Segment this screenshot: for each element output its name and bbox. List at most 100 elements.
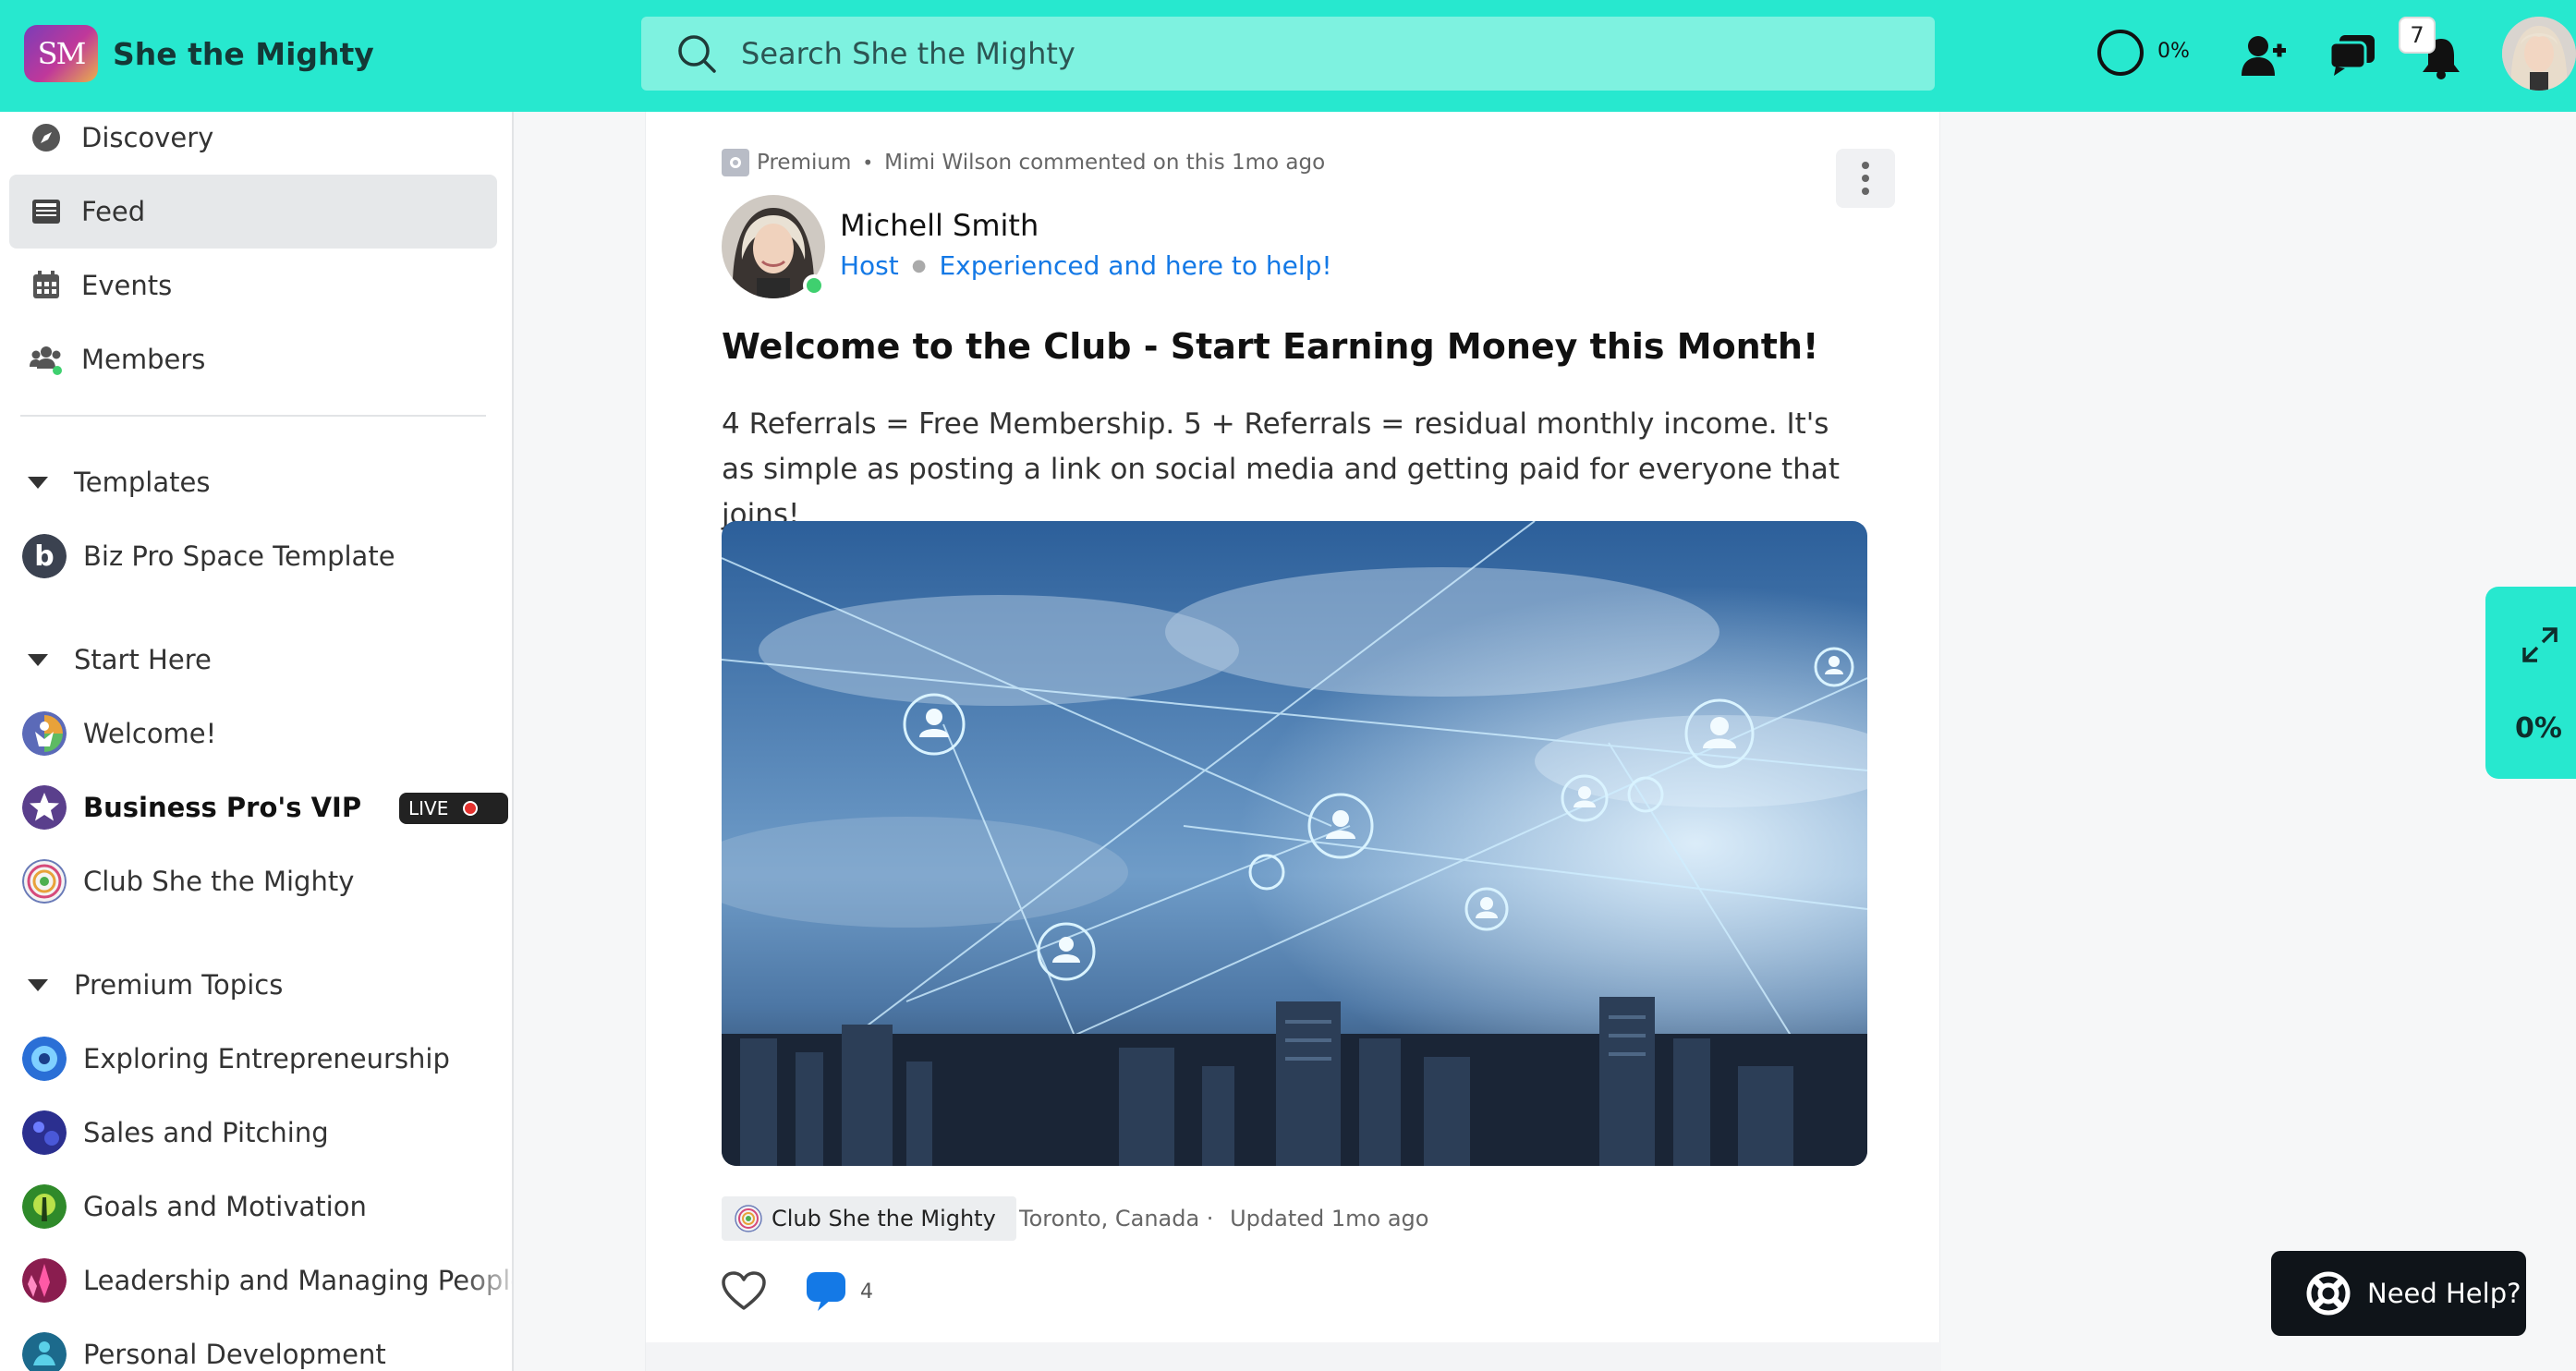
post-body: 4 Referrals = Free Membership. 5 + Refer…: [722, 407, 1840, 531]
post-title[interactable]: Welcome to the Club - Start Earning Mone…: [722, 326, 1818, 367]
space-label: Club She the Mighty: [83, 866, 355, 897]
meta-separator: •: [862, 152, 874, 174]
star-icon: [22, 785, 67, 830]
messages-icon[interactable]: [2328, 33, 2376, 78]
user-avatar[interactable]: [2502, 17, 2576, 91]
svg-text:b: b: [34, 540, 54, 573]
entrepreneurship-icon: [22, 1037, 67, 1081]
sidebar-item-label: Feed: [81, 196, 146, 227]
online-status-dot: [803, 274, 825, 297]
section-label: Premium Topics: [74, 969, 284, 1001]
caret-down-icon: [28, 476, 48, 489]
space-goals-and-motivation[interactable]: Goals and Motivation: [22, 1179, 503, 1234]
dot-icon: [1862, 188, 1869, 195]
post-location-text: Toronto, Canada ·: [1019, 1206, 1214, 1231]
role-separator: ●: [911, 256, 927, 275]
space-personal-development[interactable]: Personal Development: [22, 1327, 503, 1371]
space-label: Goals and Motivation: [83, 1191, 367, 1222]
brand-logo: SM: [24, 25, 98, 82]
sidebar-item-label: Members: [81, 344, 206, 375]
space-sales-and-pitching[interactable]: Sales and Pitching: [22, 1105, 503, 1160]
expand-icon[interactable]: [2521, 625, 2559, 664]
post-location: Toronto, Canada · Updated 1mo ago: [1019, 1206, 1428, 1231]
heart-icon[interactable]: [722, 1271, 766, 1312]
welcome-icon: [22, 711, 67, 756]
space-welcome[interactable]: Welcome!: [22, 706, 503, 761]
author-name[interactable]: Michell Smith: [840, 208, 1039, 243]
author-role: Host ● Experienced and here to help!: [840, 250, 1332, 281]
dot-icon: [1862, 162, 1869, 169]
section-start-here-toggle[interactable]: Start Here: [28, 632, 212, 687]
progress-ring-icon[interactable]: [2097, 30, 2144, 76]
space-label: Exploring Entrepreneurship: [83, 1043, 450, 1074]
lifebuoy-icon: [2306, 1271, 2351, 1316]
section-label: Templates: [74, 467, 211, 498]
section-templates-toggle[interactable]: Templates: [28, 455, 210, 510]
progress-panel[interactable]: 0%: [2485, 587, 2576, 779]
space-label: Business Pro's VIP: [83, 792, 362, 823]
space-leadership[interactable]: Leadership and Managing People: [22, 1253, 512, 1308]
sidebar-item-discovery[interactable]: Discovery: [9, 112, 497, 175]
compass-icon: [32, 124, 60, 152]
section-label: Start Here: [74, 644, 212, 675]
post-image[interactable]: [722, 521, 1867, 1166]
section-premium-topics-toggle[interactable]: Premium Topics: [28, 957, 283, 1013]
progress-panel-percent: 0%: [2515, 712, 2562, 745]
search-bar[interactable]: [641, 17, 1935, 91]
author-role-badge: Host: [840, 250, 899, 281]
premium-icon: [722, 149, 749, 176]
sidebar-item-label: Discovery: [81, 122, 214, 153]
space-business-pros-vip[interactable]: Business Pro's VIP LIVE: [22, 780, 508, 835]
live-badge: LIVE: [399, 793, 508, 824]
members-icon: [30, 346, 62, 375]
author-tagline: Experienced and here to help!: [939, 250, 1332, 281]
search-icon: [678, 35, 716, 73]
post-meta: Premium • Mimi Wilson commented on this …: [722, 149, 1325, 176]
live-dot-icon: [463, 801, 479, 816]
space-label: Personal Development: [83, 1339, 386, 1370]
goals-icon: [22, 1184, 67, 1229]
sidebar-item-members[interactable]: Members: [9, 322, 497, 396]
dot-icon: [1862, 175, 1869, 182]
space-label: Welcome!: [83, 718, 217, 749]
sidebar-divider: [20, 415, 486, 417]
caret-down-icon: [28, 978, 48, 991]
add-member-icon[interactable]: [2240, 33, 2286, 78]
leadership-icon: [22, 1258, 67, 1303]
post-space-label: Club She the Mighty: [772, 1206, 996, 1231]
need-help-button[interactable]: Need Help?: [2271, 1251, 2526, 1336]
post-tag[interactable]: Premium: [757, 151, 851, 175]
search-input[interactable]: [741, 36, 1850, 71]
post-space-chip[interactable]: Club She the Mighty: [722, 1196, 1016, 1241]
personal-development-icon: [22, 1332, 67, 1371]
notification-badge: 7: [2399, 17, 2436, 54]
space-label: Biz Pro Space Template: [83, 540, 395, 572]
card-separator: [646, 1342, 1941, 1371]
brand-home-link[interactable]: SM She the Mighty: [24, 25, 374, 82]
post-activity: Mimi Wilson commented on this 1mo ago: [884, 151, 1326, 175]
need-help-label: Need Help?: [2367, 1278, 2521, 1309]
sidebar: Discovery Feed Events Members Templates …: [0, 112, 514, 1371]
top-bar: SM She the Mighty 0% 7: [0, 0, 2576, 112]
live-label: LIVE: [408, 797, 449, 819]
sidebar-item-label: Events: [81, 270, 173, 301]
sidebar-item-feed[interactable]: Feed: [9, 175, 497, 249]
sales-icon: [22, 1110, 67, 1155]
comment-count: 4: [860, 1280, 873, 1304]
globe-icon: [735, 1205, 762, 1232]
space-label: Leadership and Managing People: [83, 1265, 514, 1296]
space-club-she-the-mighty[interactable]: Club She the Mighty: [22, 854, 503, 909]
comment-icon[interactable]: [805, 1270, 847, 1313]
post-options-button[interactable]: [1836, 149, 1895, 208]
space-biz-pro-template[interactable]: b Biz Pro Space Template: [22, 528, 503, 584]
caret-down-icon: [28, 653, 48, 666]
b-logo-icon: b: [22, 534, 67, 578]
post-card: Premium • Mimi Wilson commented on this …: [645, 112, 1941, 1371]
post-updated: Updated 1mo ago: [1230, 1206, 1429, 1231]
brand-name: She the Mighty: [113, 35, 374, 72]
progress-percent: 0%: [2157, 40, 2190, 63]
space-exploring-entrepreneurship[interactable]: Exploring Entrepreneurship: [22, 1031, 503, 1086]
globe-icon: [22, 859, 67, 904]
sidebar-item-events[interactable]: Events: [9, 249, 497, 322]
feed-icon: [32, 200, 60, 224]
